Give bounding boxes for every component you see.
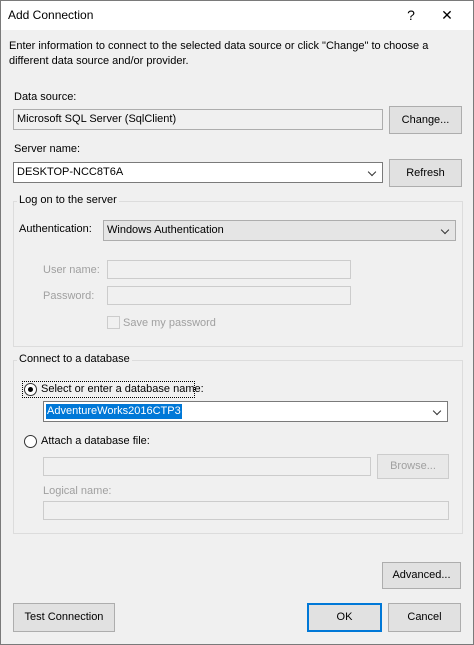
ok-button[interactable]: OK [307,603,382,632]
window-title: Add Connection [8,8,94,22]
authentication-combo[interactable]: Windows Authentication [103,220,456,241]
logical-name-input[interactable] [43,501,449,520]
intro-text: Enter information to connect to the sele… [9,40,429,67]
username-label: User name: [43,264,100,276]
authentication-label: Authentication: [19,223,92,235]
chevron-down-icon[interactable] [437,221,455,240]
username-input[interactable] [107,260,351,279]
database-group-title: Connect to a database [17,353,132,365]
save-password-checkbox[interactable] [107,316,120,329]
test-connection-button[interactable]: Test Connection [13,603,115,632]
cancel-button[interactable]: Cancel [388,603,461,632]
add-connection-dialog: Add Connection ? ✕ Enter information to … [0,0,474,645]
authentication-value: Windows Authentication [107,224,224,236]
logical-name-label: Logical name: [43,485,112,497]
attach-database-label: Attach a database file: [41,435,150,447]
data-source-field: Microsoft SQL Server (SqlClient) [13,109,383,130]
database-name-combo[interactable]: AdventureWorks2016CTP3 [43,401,448,422]
save-password-label: Save my password [123,317,216,329]
password-input[interactable] [107,286,351,305]
password-label: Password: [43,290,95,302]
advanced-button[interactable]: Advanced... [382,562,461,589]
close-icon[interactable]: ✕ [429,1,465,30]
attach-file-input[interactable] [43,457,371,476]
refresh-button[interactable]: Refresh [389,159,462,187]
server-name-label: Server name: [14,143,81,155]
logon-group-title: Log on to the server [17,194,119,206]
chevron-down-icon[interactable] [364,163,382,182]
change-button[interactable]: Change... [389,106,462,134]
help-icon[interactable]: ? [393,1,429,30]
title-bar: Add Connection ? ✕ [1,1,473,30]
database-name-value: AdventureWorks2016CTP3 [46,404,182,419]
browse-button[interactable]: Browse... [377,454,449,479]
data-source-label: Data source: [14,91,77,103]
attach-database-radio[interactable] [24,435,37,448]
focus-indicator [22,381,195,398]
server-name-value: DESKTOP-NCC8T6A [17,166,124,178]
server-name-combo[interactable]: DESKTOP-NCC8T6A [13,162,383,183]
chevron-down-icon[interactable] [429,402,447,421]
